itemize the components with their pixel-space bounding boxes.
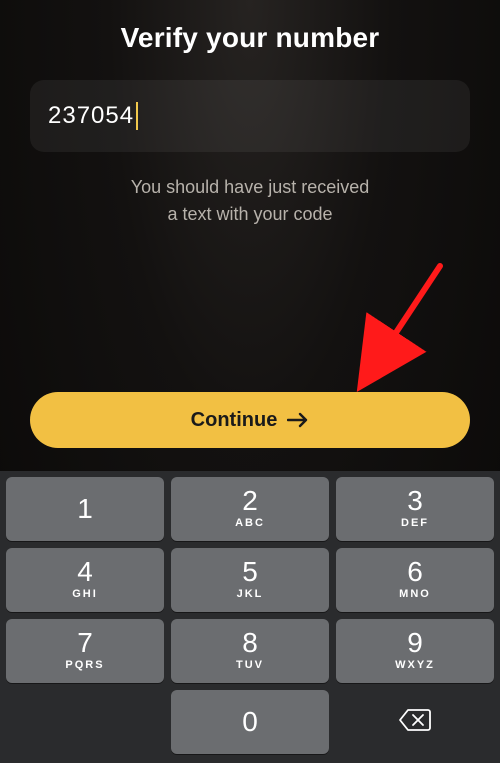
keypad-digit: 9	[336, 619, 494, 657]
keypad-letters: JKL	[171, 588, 329, 600]
keypad-key-9[interactable]: 9 WXYZ	[336, 619, 494, 683]
keypad-key-8[interactable]: 8 TUV	[171, 619, 329, 683]
keypad-letters: TUV	[171, 659, 329, 671]
keypad-key-4[interactable]: 4 GHI	[6, 548, 164, 612]
keypad-letters: WXYZ	[336, 659, 494, 671]
keypad-letters: ABC	[171, 517, 329, 529]
helper-line-1: You should have just received	[30, 174, 470, 201]
keypad-letters: PQRS	[6, 659, 164, 671]
keypad-digit: 2	[171, 477, 329, 515]
keypad-letters: GHI	[6, 588, 164, 600]
code-input[interactable]: 237054	[30, 80, 470, 152]
keypad-key-3[interactable]: 3 DEF	[336, 477, 494, 541]
keypad-key-6[interactable]: 6 MNO	[336, 548, 494, 612]
helper-line-2: a text with your code	[30, 201, 470, 228]
annotation-arrow-icon	[330, 254, 460, 394]
page-title: Verify your number	[30, 22, 470, 54]
arrow-right-icon	[287, 412, 309, 428]
continue-button[interactable]: Continue	[30, 392, 470, 448]
code-input-value: 237054	[48, 102, 134, 130]
backspace-icon	[398, 708, 432, 737]
keypad-digit: 1	[6, 477, 164, 523]
keypad-digit: 5	[171, 548, 329, 586]
keypad-key-2[interactable]: 2 ABC	[171, 477, 329, 541]
keypad-spacer	[6, 690, 164, 754]
keypad-digit: 4	[6, 548, 164, 586]
numeric-keypad: 1 2 ABC 3 DEF 4 GHI 5 JKL 6 MNO 7 PQRS 8	[0, 471, 500, 763]
keypad-digit: 6	[336, 548, 494, 586]
keypad-backspace-key[interactable]	[336, 690, 494, 754]
helper-text: You should have just received a text wit…	[30, 174, 470, 228]
keypad-digit: 8	[171, 619, 329, 657]
keypad-key-7[interactable]: 7 PQRS	[6, 619, 164, 683]
keypad-key-1[interactable]: 1	[6, 477, 164, 541]
continue-label: Continue	[191, 409, 278, 432]
keypad-letters: DEF	[336, 517, 494, 529]
keypad-key-5[interactable]: 5 JKL	[171, 548, 329, 612]
keypad-key-0[interactable]: 0	[171, 690, 329, 754]
keypad-digit: 7	[6, 619, 164, 657]
keypad-digit: 3	[336, 477, 494, 515]
keypad-digit: 0	[171, 690, 329, 736]
text-caret	[136, 102, 138, 130]
keypad-letters: MNO	[336, 588, 494, 600]
